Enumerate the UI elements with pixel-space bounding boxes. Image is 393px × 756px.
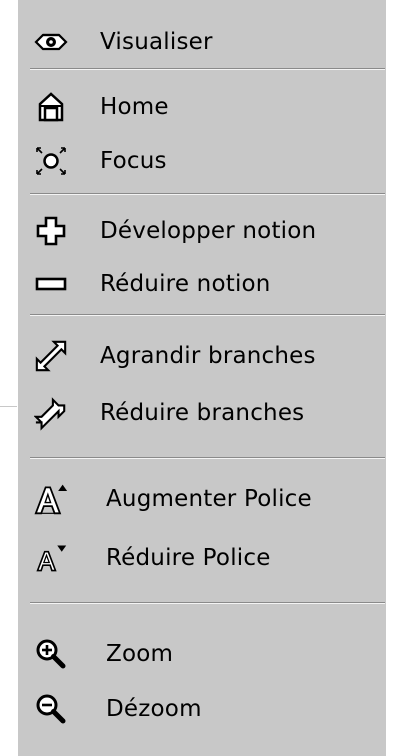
minus-icon: [34, 267, 68, 301]
menu-item-reduire-branches[interactable]: Réduire branches: [18, 388, 387, 438]
menu-item-label: Visualiser: [100, 29, 213, 55]
menu-item-home[interactable]: Home: [18, 82, 387, 132]
menu-item-label: Réduire notion: [100, 271, 271, 297]
font-increase-icon: [34, 482, 68, 516]
menu-item-label: Réduire branches: [100, 400, 305, 426]
expand-branches-icon: [34, 339, 68, 373]
focus-icon: [34, 144, 68, 178]
menu-separator: [30, 457, 385, 459]
menu-item-label: Dézoom: [106, 696, 202, 722]
plus-icon: [34, 214, 68, 248]
menu-item-label: Agrandir branches: [100, 343, 316, 369]
menu-separator: [30, 602, 385, 604]
left-gutter: [0, 0, 17, 756]
context-menu: Visualiser Home Focus Développer notion …: [17, 0, 386, 756]
font-decrease-icon: [34, 541, 68, 575]
menu-item-augmenter-police[interactable]: Augmenter Police: [18, 474, 387, 524]
zoom-in-icon: [34, 637, 68, 671]
menu-item-zoom[interactable]: Zoom: [18, 629, 387, 679]
home-icon: [34, 90, 68, 124]
menu-item-developper-notion[interactable]: Développer notion: [18, 206, 387, 256]
menu-item-label: Zoom: [106, 641, 174, 667]
gutter-tick: [0, 406, 17, 407]
menu-item-visualiser[interactable]: Visualiser: [18, 17, 387, 67]
menu-item-dezoom[interactable]: Dézoom: [18, 684, 387, 734]
zoom-out-icon: [34, 692, 68, 726]
menu-item-reduire-notion[interactable]: Réduire notion: [18, 259, 387, 309]
menu-item-label: Home: [100, 94, 169, 120]
menu-item-label: Réduire Police: [106, 545, 271, 571]
menu-separator: [30, 193, 385, 195]
menu-item-label: Développer notion: [100, 218, 317, 244]
right-edge: [386, 0, 393, 756]
menu-item-reduire-police[interactable]: Réduire Police: [18, 533, 387, 583]
menu-item-label: Augmenter Police: [106, 486, 312, 512]
eye-icon: [34, 25, 68, 59]
menu-separator: [30, 68, 385, 70]
menu-item-focus[interactable]: Focus: [18, 136, 387, 186]
menu-separator: [30, 314, 385, 316]
menu-item-label: Focus: [100, 148, 167, 174]
reduce-branches-icon: [34, 396, 68, 431]
menu-item-agrandir-branches[interactable]: Agrandir branches: [18, 331, 387, 381]
